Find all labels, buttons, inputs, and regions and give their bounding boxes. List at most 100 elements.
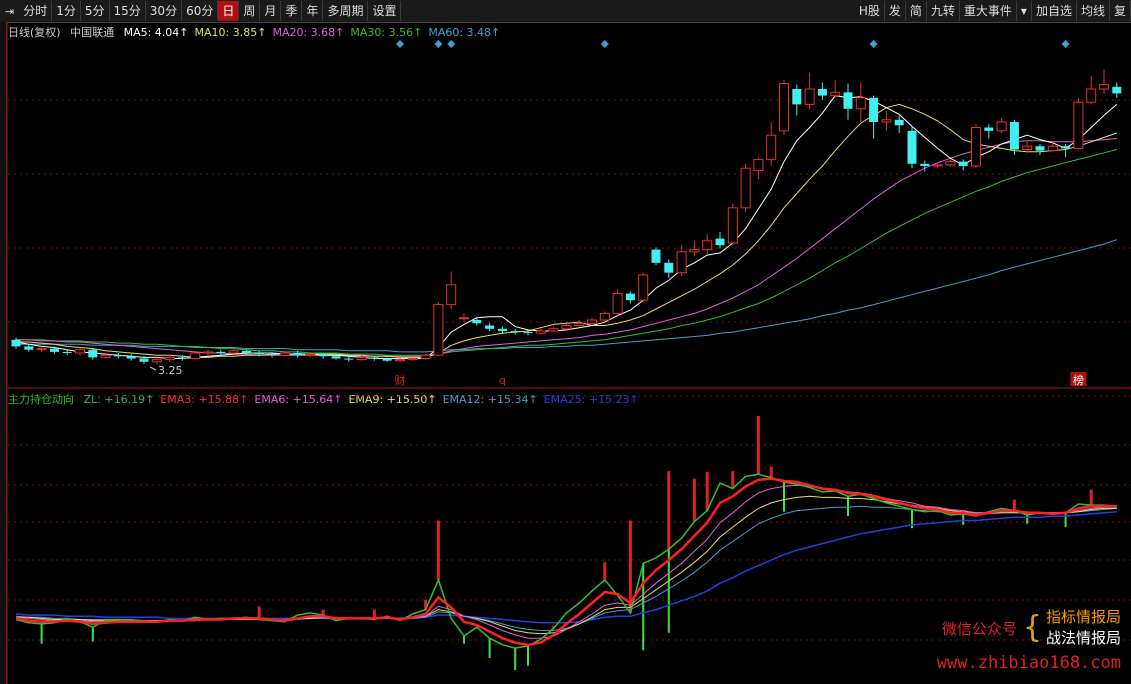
event-marker: 财 <box>395 373 406 387</box>
candle-body <box>932 164 943 167</box>
candle-body <box>1112 86 1122 94</box>
candle-body <box>331 356 341 359</box>
candle-body <box>920 163 930 166</box>
zl-down-bar <box>1026 515 1029 524</box>
signal-diamond <box>1061 40 1070 48</box>
candle-body <box>382 358 392 361</box>
candle-body <box>907 130 917 164</box>
event-marker: q <box>499 374 506 387</box>
candle-body <box>305 353 316 356</box>
zl-up-bar <box>628 520 632 613</box>
candle-body <box>766 134 777 160</box>
candle-body <box>984 127 994 131</box>
candle-body <box>855 97 866 110</box>
zl-up-bar <box>756 416 760 475</box>
candle-body <box>100 354 111 358</box>
zl-up-bar <box>436 520 440 580</box>
candle-body <box>485 325 495 329</box>
zl-down-bar <box>847 496 849 517</box>
candle-body <box>817 89 827 96</box>
candle-body <box>203 351 213 354</box>
candle-body <box>587 319 597 324</box>
candle-body <box>727 207 738 244</box>
candle-body <box>958 161 968 166</box>
candle-body <box>11 339 21 347</box>
candle-body <box>638 274 649 301</box>
low-price-label: 3.25 <box>158 364 183 377</box>
candle-body <box>574 322 585 326</box>
candle-body <box>664 262 674 273</box>
candle-body <box>510 331 520 333</box>
candle-body <box>1061 146 1071 149</box>
candle-body <box>75 349 85 354</box>
candle-body <box>830 91 841 97</box>
candle-body <box>241 350 251 353</box>
candle-body <box>88 349 98 358</box>
candle-body <box>113 355 123 357</box>
candle-body <box>945 161 956 166</box>
low-price-pointer <box>149 366 157 371</box>
zl-up-bar <box>1012 499 1016 511</box>
candle-body <box>62 351 72 353</box>
candle-body <box>164 356 175 361</box>
candle-body <box>126 356 136 359</box>
zl-down-bar <box>91 627 94 642</box>
stock-chart[interactable]: 3.25 财 q 榜 <box>0 0 1131 684</box>
candle-body <box>561 325 572 330</box>
zl-up-bar <box>603 562 607 580</box>
candle-body <box>753 158 764 171</box>
candle-body <box>869 97 879 122</box>
candle-body <box>971 127 981 167</box>
candle-body <box>446 284 457 306</box>
signal-diamond <box>600 40 609 48</box>
watermark-name-1: 指标情报局 <box>1045 608 1121 626</box>
candle-body <box>49 348 59 352</box>
ma60-line <box>16 239 1117 353</box>
candle-body <box>433 304 444 356</box>
watermark-site: www.zhibiao168.com <box>936 653 1121 673</box>
candle-body <box>535 330 546 334</box>
zl-down-bar <box>527 645 529 666</box>
watermark-wechat: 微信公众号 <box>941 619 1017 638</box>
candle-body <box>1047 145 1058 152</box>
ma5-line <box>15 95 1118 359</box>
zl-down-bar <box>642 563 645 651</box>
candle-body <box>459 317 469 320</box>
candle-body <box>523 332 533 334</box>
zl-up-bar <box>692 478 696 522</box>
candle-body <box>1099 84 1109 90</box>
candle-body <box>190 352 201 359</box>
candle-body <box>740 167 751 209</box>
candle-body <box>267 354 277 356</box>
event-marker: 榜 <box>1073 373 1084 387</box>
candle-body <box>651 249 661 263</box>
brace-icon: { <box>1022 610 1042 645</box>
signal-diamond <box>434 40 443 48</box>
candle-body <box>689 249 700 253</box>
candle-body <box>1073 101 1084 149</box>
candle-body <box>996 121 1007 132</box>
zl-up-bar <box>667 471 671 550</box>
candle-body <box>548 328 559 332</box>
candle-body <box>369 357 379 359</box>
candle-body <box>139 358 149 362</box>
candle-body <box>1086 88 1097 103</box>
watermark: 微信公众号 { 指标情报局 战法情报局 www.zhibiao168.com <box>937 607 1121 673</box>
signal-diamond <box>447 40 456 48</box>
candle-body <box>1009 122 1019 150</box>
candle-body <box>254 353 264 355</box>
candle-body <box>715 238 725 246</box>
candle-body <box>318 354 328 357</box>
candle-body <box>612 293 623 314</box>
zl-down-bar <box>962 513 965 525</box>
candle-body <box>894 119 904 126</box>
candle-body <box>676 251 687 274</box>
candle-body <box>279 352 290 356</box>
signal-diamond <box>869 40 878 48</box>
candle-body <box>792 89 802 105</box>
candle-body <box>36 348 47 351</box>
zl-down-bar <box>1064 512 1067 528</box>
candle-body <box>216 351 226 353</box>
zl-up-bar <box>705 472 709 511</box>
watermark-name-2: 战法情报局 <box>1045 629 1121 647</box>
